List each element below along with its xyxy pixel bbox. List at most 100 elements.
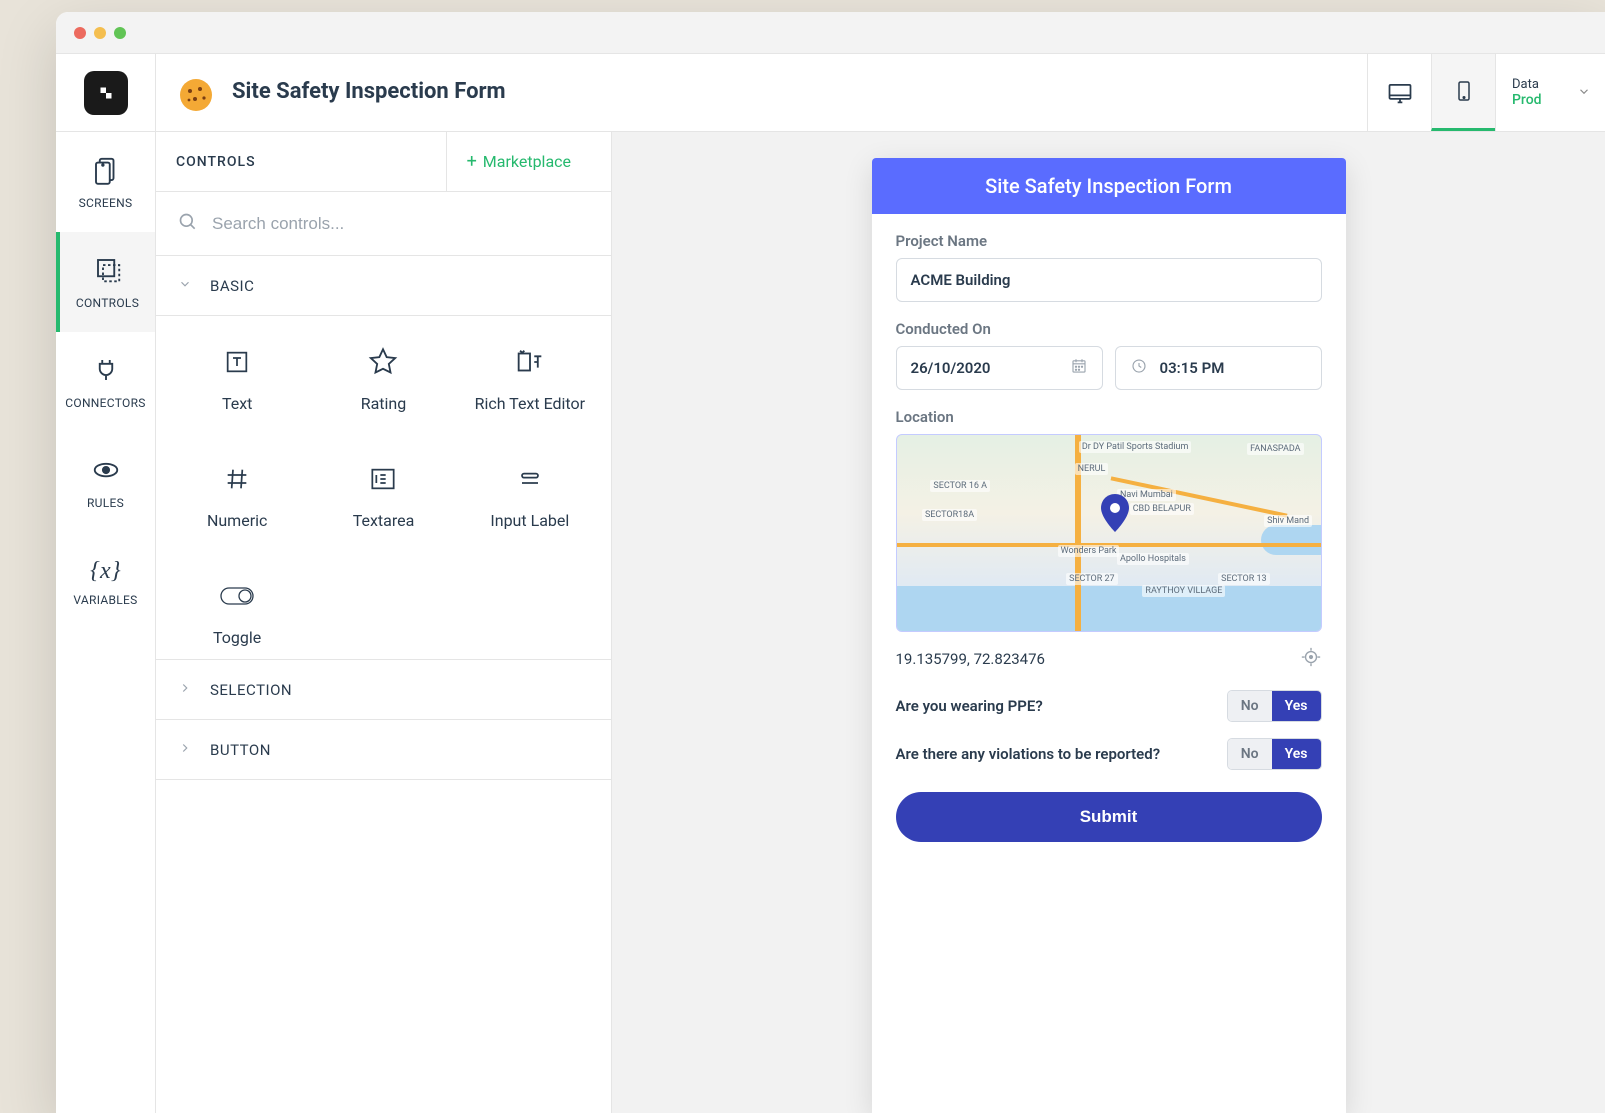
section-button-head[interactable]: BUTTON <box>156 720 611 780</box>
nav-label: CONNECTORS <box>65 396 145 410</box>
map-label: SECTOR 13 <box>1218 573 1270 585</box>
question-ppe: Are you wearing PPE? <box>896 697 1043 715</box>
chevron-right-icon <box>178 741 192 759</box>
control-numeric[interactable]: Numeric <box>164 461 310 530</box>
nav-screens[interactable]: SCREENS <box>56 132 155 232</box>
left-nav: SCREENS CONTROLS CONNECTORS RULES <box>56 54 156 1113</box>
panel-title: CONTROLS <box>176 154 256 170</box>
map-label: FANASPADA <box>1247 443 1303 455</box>
question-violations: Are there any violations to be reported? <box>896 745 1161 763</box>
map-label: SECTOR 27 <box>1066 573 1118 585</box>
project-name-label: Project Name <box>896 232 1322 250</box>
control-text[interactable]: Text <box>164 344 310 413</box>
nav-label: SCREENS <box>79 196 133 210</box>
device-mobile-button[interactable] <box>1431 54 1495 131</box>
map-label: Wonders Park <box>1058 545 1120 557</box>
rules-icon <box>91 455 121 488</box>
hash-icon <box>221 461 253 497</box>
submit-button[interactable]: Submit <box>896 792 1322 842</box>
screens-icon <box>91 155 121 188</box>
date-input[interactable]: 26/10/2020 <box>896 346 1103 390</box>
control-inputlabel[interactable]: Input Label <box>457 461 603 530</box>
ppe-toggle: No Yes <box>1227 690 1322 722</box>
section-title: BUTTON <box>210 741 271 759</box>
conducted-on-label: Conducted On <box>896 320 1322 338</box>
clock-icon <box>1130 357 1148 379</box>
violations-no-button[interactable]: No <box>1228 739 1272 769</box>
textarea-icon <box>367 461 399 497</box>
control-label: Rich Text Editor <box>475 394 585 413</box>
map-label: Shiv Mand <box>1264 515 1312 527</box>
map-label: Dr DY Patil Sports Stadium <box>1079 441 1192 453</box>
window-close-icon[interactable] <box>74 27 86 39</box>
ppe-yes-button[interactable]: Yes <box>1272 691 1321 721</box>
control-label: Toggle <box>213 628 261 647</box>
map-label: NERUL <box>1075 463 1109 475</box>
coordinates-text: 19.135799, 72.823476 <box>896 650 1045 668</box>
control-label: Textarea <box>353 511 415 530</box>
preview-canvas: Site Safety Inspection Form Project Name… <box>612 132 1605 1113</box>
time-value: 03:15 PM <box>1160 359 1225 377</box>
app-logo[interactable] <box>56 54 155 132</box>
section-title: SELECTION <box>210 681 292 699</box>
nav-controls[interactable]: CONTROLS <box>56 232 155 332</box>
section-title: BASIC <box>210 277 254 295</box>
locate-icon[interactable] <box>1300 646 1322 672</box>
mobile-preview: Site Safety Inspection Form Project Name… <box>872 158 1346 1113</box>
section-basic-head[interactable]: BASIC <box>156 256 611 316</box>
search-icon <box>178 212 198 236</box>
device-desktop-button[interactable] <box>1367 54 1431 131</box>
window-titlebar <box>56 12 1605 54</box>
chevron-down-icon <box>1577 83 1591 102</box>
nav-variables[interactable]: {x} VARIABLES <box>56 532 155 632</box>
connectors-icon <box>91 355 121 388</box>
calendar-icon <box>1070 357 1088 379</box>
control-rating[interactable]: Rating <box>310 344 456 413</box>
location-label: Location <box>896 408 1322 426</box>
mobile-icon <box>1452 77 1476 105</box>
controls-panel: CONTROLS + Marketplace <box>156 132 612 1113</box>
time-input[interactable]: 03:15 PM <box>1115 346 1322 390</box>
plus-icon: + <box>467 151 477 172</box>
section-basic-body: Text Rating Rich Text Editor Numeri <box>156 316 611 660</box>
browser-frame: SCREENS CONTROLS CONNECTORS RULES <box>56 12 1605 1113</box>
logo-icon <box>95 82 117 104</box>
marketplace-label: Marketplace <box>483 152 571 171</box>
ppe-no-button[interactable]: No <box>1228 691 1272 721</box>
search-input[interactable] <box>212 214 589 234</box>
map-label: RAYTHOY VILLAGE <box>1142 585 1225 597</box>
form-icon <box>176 73 216 113</box>
nav-label: CONTROLS <box>76 296 139 310</box>
violations-yes-button[interactable]: Yes <box>1272 739 1321 769</box>
marketplace-link[interactable]: + Marketplace <box>446 132 591 191</box>
toggle-icon <box>219 578 255 614</box>
variables-icon: {x} <box>90 558 121 585</box>
map-label: Apollo Hospitals <box>1117 553 1189 565</box>
control-toggle[interactable]: Toggle <box>164 578 310 647</box>
map-pin-icon <box>1100 494 1130 538</box>
map-label: SECTOR18A <box>922 509 977 521</box>
environment-picker[interactable]: Data Prod <box>1495 54 1605 131</box>
control-label: Text <box>222 394 252 413</box>
control-richtext[interactable]: Rich Text Editor <box>457 344 603 413</box>
nav-rules[interactable]: RULES <box>56 432 155 532</box>
desktop-icon <box>1386 79 1414 107</box>
header-bar: Site Safety Inspection Form Data Prod <box>156 54 1605 132</box>
page-title: Site Safety Inspection Form <box>232 79 506 105</box>
search-row <box>156 192 611 256</box>
chevron-right-icon <box>178 681 192 699</box>
project-name-input[interactable]: ACME Building <box>896 258 1322 302</box>
control-textarea[interactable]: Textarea <box>310 461 456 530</box>
date-value: 26/10/2020 <box>911 359 991 377</box>
window-minimize-icon[interactable] <box>94 27 106 39</box>
section-selection-head[interactable]: SELECTION <box>156 660 611 720</box>
text-icon <box>221 344 253 380</box>
inputlabel-icon <box>514 461 546 497</box>
nav-connectors[interactable]: CONNECTORS <box>56 332 155 432</box>
chevron-down-icon <box>178 277 192 295</box>
richtext-icon <box>513 344 547 380</box>
control-label: Rating <box>361 394 407 413</box>
window-maximize-icon[interactable] <box>114 27 126 39</box>
nav-label: RULES <box>87 496 124 510</box>
map[interactable]: NERUL CBD BELAPUR SECTOR 16 A SECTOR18A … <box>896 434 1322 632</box>
